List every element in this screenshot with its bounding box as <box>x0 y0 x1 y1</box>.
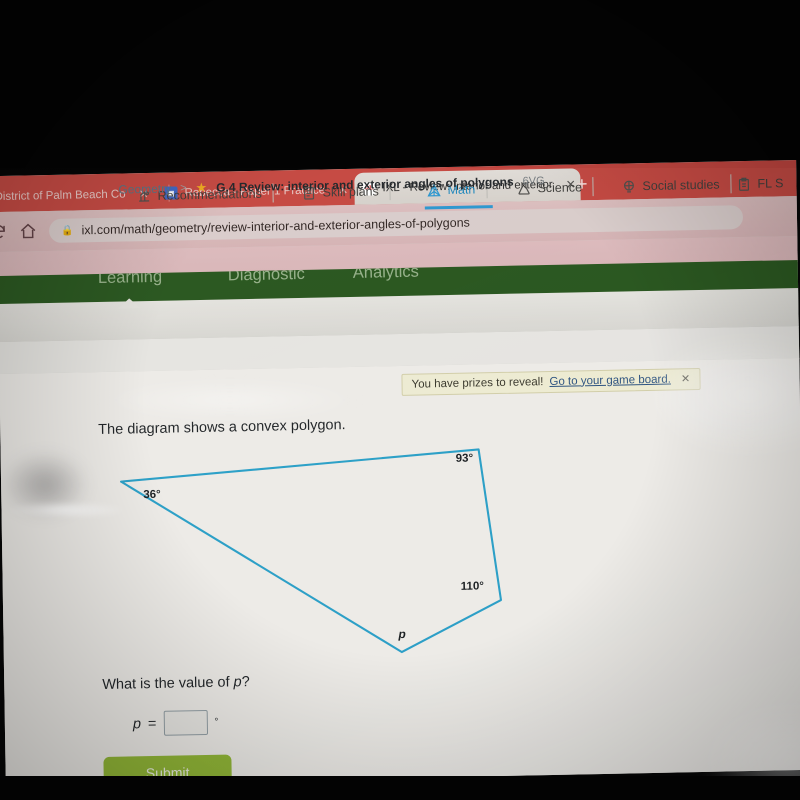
angle-label-p: p <box>398 626 406 642</box>
equals-sign: = <box>147 715 157 732</box>
degree-symbol: ° <box>214 716 219 728</box>
skill-code: 6VG <box>522 175 545 188</box>
browser-window: District of Palm Beach Co ✕ ▣ Rebecca - … <box>0 159 800 786</box>
answer-input[interactable] <box>163 709 208 736</box>
convex-polygon-shape <box>120 448 503 654</box>
breadcrumb-subject[interactable]: Geometry <box>118 182 171 197</box>
photograph-of-screen: District of Palm Beach Co ✕ ▣ Rebecca - … <box>0 0 800 800</box>
close-icon[interactable]: ✕ <box>681 372 690 385</box>
tab-label: FL S <box>757 176 784 191</box>
angle-label-110: 110° <box>460 580 484 593</box>
polygon-svg <box>120 448 503 654</box>
url-text: ixl.com/math/geometry/review-interior-an… <box>81 215 470 238</box>
star-icon[interactable]: ★ <box>195 180 207 196</box>
photo-black-border-bottom <box>0 776 800 800</box>
polygon-diagram: 36° 93° 110° p <box>81 441 554 675</box>
lock-icon: 🔒 <box>61 225 74 237</box>
prompt-suffix: ? <box>241 674 250 691</box>
question-prompt: What is the value of p? <box>102 674 250 693</box>
clipboard-icon <box>738 177 750 191</box>
home-icon[interactable] <box>19 222 37 240</box>
social-studies-icon <box>623 180 634 193</box>
tab-fl-standards[interactable]: FL S <box>736 168 783 199</box>
answer-input-row: p = ° <box>132 709 219 737</box>
tab-social-studies[interactable]: Social studies <box>621 170 732 202</box>
question-content-area: You have prizes to reveal! Go to your ga… <box>0 357 800 786</box>
prize-notification-banner: You have prizes to reveal! Go to your ga… <box>401 367 701 396</box>
tab-title: District of Palm Beach Co <box>0 187 126 203</box>
prompt-prefix: What is the value of <box>102 674 234 694</box>
game-board-link[interactable]: Go to your game board. <box>549 373 671 387</box>
reload-icon[interactable] <box>0 223 7 241</box>
answer-variable-label: p <box>132 715 142 732</box>
prize-text: You have prizes to reveal! <box>411 375 544 391</box>
angle-label-93: 93° <box>455 452 474 465</box>
photo-black-border-top <box>0 0 800 170</box>
breadcrumb-separator: > <box>180 182 187 195</box>
tab-label: Social studies <box>642 177 720 194</box>
angle-label-36: 36° <box>143 488 161 502</box>
question-intro-text: The diagram shows a convex polygon. <box>98 417 346 439</box>
